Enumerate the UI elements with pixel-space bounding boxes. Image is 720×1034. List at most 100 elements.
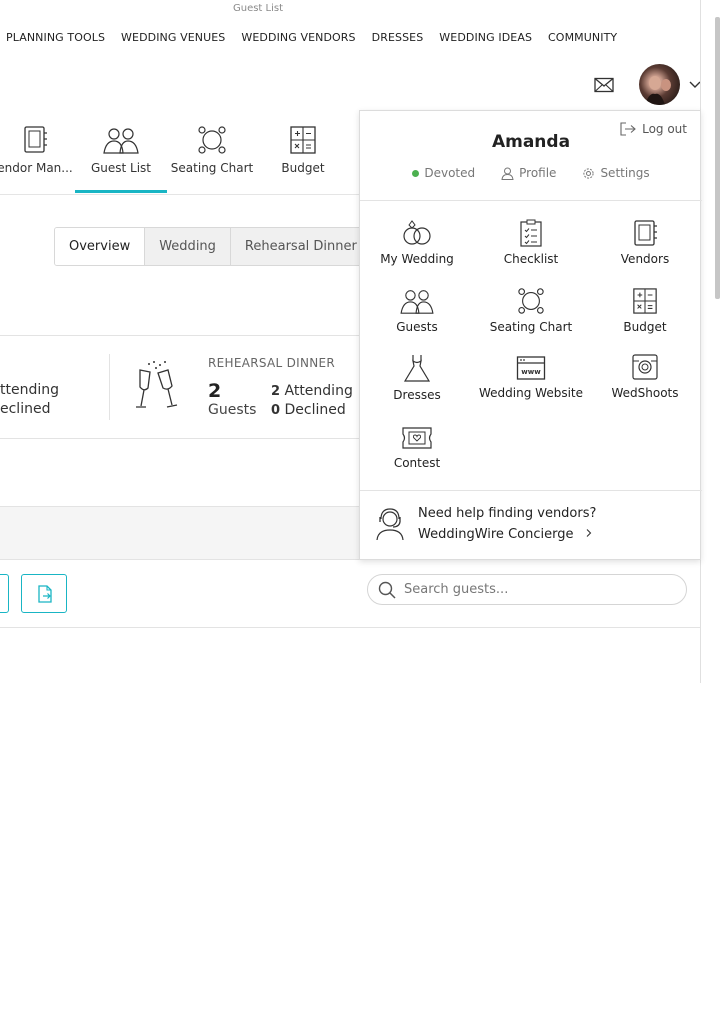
- nav-wedding-venues[interactable]: WEDDING VENUES: [121, 31, 225, 44]
- rehearsal-declined-label: Declined: [284, 402, 346, 418]
- concierge-help[interactable]: Need help finding vendors? WeddingWire C…: [374, 503, 596, 545]
- concierge-headset-icon: [376, 508, 404, 541]
- nav-dresses[interactable]: DRESSES: [372, 31, 424, 44]
- menu-label: Wedding Website: [479, 386, 583, 400]
- profile-link[interactable]: Profile: [501, 166, 556, 180]
- camera-icon: [632, 354, 658, 380]
- rehearsal-attending-label: Attending: [284, 383, 353, 399]
- export-file-icon: [38, 585, 52, 603]
- nav-planning-tools[interactable]: PLANNING TOOLS: [6, 31, 105, 44]
- menu-checklist[interactable]: Checklist: [474, 219, 588, 266]
- menu-label: Dresses: [393, 388, 441, 402]
- rehearsal-guests-label: Guests: [208, 402, 257, 418]
- top-navigation: PLANNING TOOLS WEDDING VENUES WEDDING VE…: [6, 31, 617, 44]
- menu-vendors[interactable]: Vendors: [588, 219, 702, 266]
- nav-wedding-ideas[interactable]: WEDDING IDEAS: [439, 31, 532, 44]
- status-badge: Devoted: [412, 166, 475, 180]
- planning-tools-bar: endor Man... Guest List Seating Chart Bu…: [0, 125, 360, 195]
- account-meta: Devoted Profile Settings: [360, 166, 702, 180]
- active-tab-indicator: [75, 190, 167, 193]
- rehearsal-declined-count: 0: [271, 403, 281, 418]
- menu-label: Vendors: [620, 252, 670, 266]
- search-guests-field[interactable]: [367, 574, 687, 605]
- segment-overview[interactable]: Overview: [55, 228, 145, 265]
- scrollbar-thumb[interactable]: [715, 17, 720, 299]
- tool-label: Seating Chart: [170, 161, 254, 175]
- menu-label: Budget: [623, 320, 667, 334]
- profile-label: Profile: [519, 166, 557, 180]
- segment-rehearsal-dinner[interactable]: Rehearsal Dinner: [229, 228, 371, 265]
- guests-icon: [103, 128, 139, 154]
- mail-icon[interactable]: [594, 77, 614, 93]
- menu-wedshoots[interactable]: WedShoots: [588, 353, 702, 400]
- menu-label: Guests: [396, 320, 438, 334]
- wedding-attending-label: ttending: [0, 382, 60, 398]
- user-icon: [501, 167, 514, 180]
- wedding-stats: ttending eclined: [0, 381, 59, 419]
- tool-guest-list[interactable]: Guest List: [78, 125, 164, 175]
- divider: [0, 335, 360, 336]
- menu-label: Checklist: [503, 252, 559, 266]
- search-input[interactable]: [404, 582, 654, 597]
- calculator-icon: [633, 288, 657, 314]
- rehearsal-attending-count: 2: [271, 384, 281, 399]
- divider: [109, 354, 110, 420]
- rehearsal-title: REHEARSAL DINNER: [208, 356, 336, 370]
- wedding-declined-label: eclined: [0, 401, 51, 417]
- rehearsal-attending: 2 Attending: [271, 383, 353, 399]
- menu-label: Contest: [393, 456, 441, 470]
- concierge-label: WeddingWire Concierge: [418, 527, 574, 542]
- tool-label: endor Man...: [0, 161, 73, 175]
- champagne-glasses-icon: [136, 361, 178, 408]
- divider: [0, 194, 360, 195]
- menu-label: Seating Chart: [489, 320, 573, 334]
- chevron-right-icon: [586, 529, 591, 537]
- menu-my-wedding[interactable]: My Wedding: [360, 219, 474, 266]
- avatar[interactable]: [639, 64, 680, 105]
- menu-label: WedShoots: [611, 386, 679, 400]
- website-icon: www: [516, 356, 546, 380]
- concierge-link[interactable]: WeddingWire Concierge: [418, 524, 596, 545]
- user-name: Amanda: [491, 132, 571, 152]
- nav-wedding-vendors[interactable]: WEDDING VENDORS: [241, 31, 355, 44]
- vendors-book-icon: [634, 220, 657, 246]
- export-button[interactable]: [21, 574, 67, 613]
- divider: [360, 200, 702, 201]
- tool-label: Guest List: [90, 161, 152, 175]
- menu-seating-chart[interactable]: Seating Chart: [474, 287, 588, 334]
- calculator-icon: [290, 126, 316, 154]
- rehearsal-declined: 0 Declined: [271, 402, 346, 418]
- search-icon: [378, 581, 396, 599]
- divider: [360, 490, 702, 491]
- rehearsal-guest-count: 2: [208, 380, 222, 402]
- svg-text:www: www: [521, 368, 541, 376]
- tool-budget[interactable]: Budget: [270, 125, 336, 175]
- tool-label: Budget: [281, 161, 325, 175]
- menu-budget[interactable]: Budget: [588, 287, 702, 334]
- segment-wedding[interactable]: Wedding: [144, 228, 230, 265]
- window-tab-title: Guest List: [232, 3, 284, 14]
- seating-table-icon: [198, 126, 226, 154]
- checklist-icon: [520, 219, 542, 247]
- tool-seating-chart[interactable]: Seating Chart: [168, 125, 256, 175]
- status-dot-icon: [412, 169, 420, 177]
- add-guest-button[interactable]: [0, 574, 9, 613]
- rings-icon: [403, 220, 431, 245]
- help-title: Need help finding vendors?: [418, 506, 597, 521]
- seating-table-icon: [518, 288, 544, 314]
- divider: [0, 627, 700, 628]
- vendors-book-icon: [24, 126, 47, 153]
- nav-community[interactable]: COMMUNITY: [548, 31, 617, 44]
- dress-icon: [403, 355, 431, 382]
- menu-dresses[interactable]: Dresses: [360, 353, 474, 402]
- menu-wedding-website[interactable]: www Wedding Website: [474, 355, 588, 400]
- gear-icon: [583, 167, 595, 179]
- contest-ticket-icon: [402, 427, 432, 449]
- guests-icon: [400, 290, 434, 314]
- menu-guests[interactable]: Guests: [360, 287, 474, 334]
- tool-vendor-manager[interactable]: endor Man...: [0, 125, 78, 175]
- event-segmented-control: Overview Wedding Rehearsal Dinner: [54, 227, 372, 266]
- menu-contest[interactable]: Contest: [360, 425, 474, 470]
- status-label: Devoted: [424, 166, 476, 180]
- settings-link[interactable]: Settings: [582, 166, 650, 180]
